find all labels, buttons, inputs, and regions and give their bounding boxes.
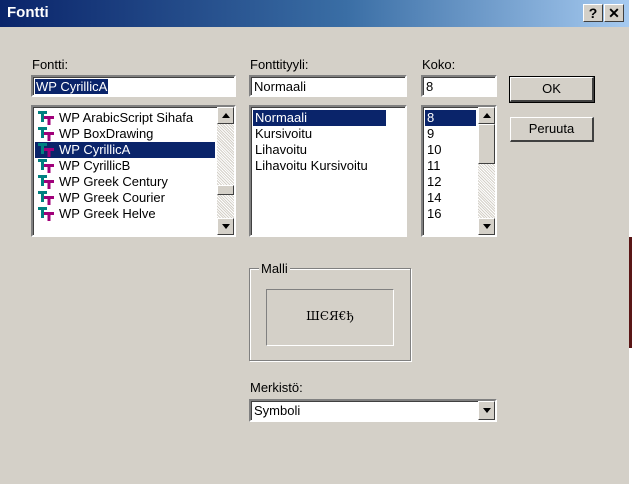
close-button[interactable]: ✕ [604,4,624,22]
style-list-item[interactable]: Lihavoitu [253,142,386,158]
ok-button[interactable]: OK [509,76,595,103]
truetype-font-icon [38,191,54,205]
size-list-item[interactable]: 16 [425,206,476,222]
font-label: Fontti: [32,57,69,72]
size-item-label: 14 [427,190,442,205]
style-item-label: Kursivoitu [255,126,313,141]
font-list[interactable]: WP ArabicScript Sihafa WP BoxDrawing WP Cy… [31,105,236,237]
style-item-label: Normaali [255,110,308,126]
size-list-item[interactable]: 8 [425,110,476,126]
font-list-item[interactable]: WP Greek Century [35,174,215,190]
charset-value: Symboli [254,403,301,418]
font-list-item[interactable]: WP CyrillicA [35,142,215,158]
size-list[interactable]: 8 9 10 11 12 14 16 [421,105,497,237]
style-list-item[interactable]: Kursivoitu [253,126,386,142]
size-input[interactable]: 8 [421,75,497,97]
arrow-up-icon [222,113,230,118]
sample-preview: ШЄЯ€ђ [266,289,394,346]
size-label: Koko: [422,57,456,72]
arrow-down-icon [483,224,491,229]
arrow-up-icon [483,113,491,118]
size-list-item[interactable]: 12 [425,174,476,190]
font-list-item[interactable]: WP Greek Helve [35,206,215,222]
truetype-font-icon [38,175,54,189]
style-label: Fonttityyli: [250,57,309,72]
charset-select[interactable]: Symboli [249,399,497,422]
sample-text: ШЄЯ€ђ [306,309,354,323]
size-item-label: 10 [427,142,442,157]
scroll-thumb[interactable] [217,185,234,195]
size-scrollbar[interactable] [478,107,495,235]
truetype-font-icon [38,127,54,141]
window-title: Fontti [7,4,49,21]
truetype-font-icon [38,207,54,221]
truetype-font-icon [38,159,54,173]
truetype-font-icon [38,143,54,157]
size-list-item[interactable]: 10 [425,142,476,158]
size-list-item[interactable]: 11 [425,158,476,174]
style-value: Normaali [254,79,307,94]
font-scrollbar[interactable] [217,107,234,235]
help-button[interactable]: ? [583,4,603,22]
scroll-thumb[interactable] [478,124,495,164]
font-list-item[interactable]: WP ArabicScript Sihafa [35,110,215,126]
font-list-item[interactable]: WP CyrillicB [35,158,215,174]
truetype-font-icon [38,111,54,125]
size-value: 8 [426,79,434,94]
background-edge [629,237,632,348]
scroll-down-button[interactable] [217,218,234,235]
charset-label: Merkistö: [250,380,303,395]
scroll-up-button[interactable] [217,107,234,124]
scroll-down-button[interactable] [478,218,495,235]
charset-dropdown-button[interactable] [478,401,495,420]
font-item-label: WP CyrillicB [59,158,131,173]
font-item-label: WP Greek Century [59,174,168,189]
style-list[interactable]: Normaali Kursivoitu Lihavoitu Lihavoitu Kur… [249,105,407,237]
font-item-label: WP ArabicScript Sihafa [59,110,194,125]
arrow-down-icon [222,224,230,229]
font-item-label: WP Greek Courier [59,190,165,205]
style-list-item[interactable]: Normaali [253,110,386,126]
style-list-item[interactable]: Lihavoitu Kursivoitu [253,158,386,174]
size-item-label: 11 [427,158,441,173]
size-item-label: 9 [427,126,435,141]
font-name-input[interactable]: WP CyrillicA [31,75,236,97]
font-list-item[interactable]: WP Greek Courier [35,190,215,206]
size-list-item[interactable]: 14 [425,190,476,206]
size-item-label: 16 [427,206,442,221]
scroll-up-button[interactable] [478,107,495,124]
font-item-label: WP CyrillicA [59,142,131,158]
font-list-item[interactable]: WP BoxDrawing [35,126,215,142]
size-list-item[interactable]: 9 [425,126,476,142]
font-name-value: WP CyrillicA [35,79,109,94]
font-item-label: WP Greek Helve [59,206,156,221]
size-item-label: 8 [427,110,435,126]
style-item-label: Lihavoitu Kursivoitu [255,158,368,173]
sample-label: Malli [259,261,290,276]
font-dialog: Fontti ? ✕ Fontti: WP CyrillicA WP Arabi… [0,0,629,484]
size-item-label: 12 [427,174,442,189]
font-item-label: WP BoxDrawing [59,126,154,141]
cancel-button[interactable]: Peruuta [510,117,594,142]
title-bar[interactable]: Fontti ? ✕ [0,0,629,27]
style-input[interactable]: Normaali [249,75,407,97]
chevron-down-icon [483,408,491,413]
style-item-label: Lihavoitu [255,142,308,157]
